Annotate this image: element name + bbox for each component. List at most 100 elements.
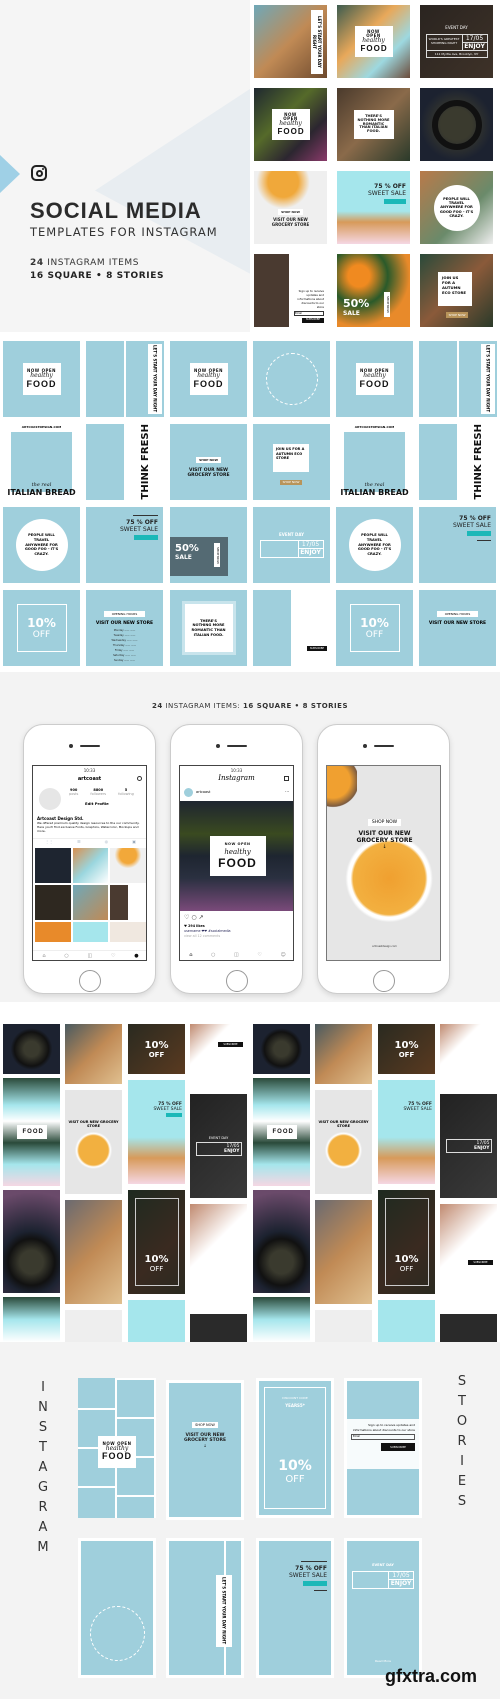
shop-now-button[interactable]: SHOP NOW [280,480,302,485]
collage-tile[interactable] [128,1300,185,1342]
edit-profile-button[interactable]: Edit Profile [85,801,109,806]
blue-tile-bread[interactable]: ARTCOASTDESIGN.COM the real ITALIAN BREA… [3,424,80,500]
home-button[interactable] [79,970,101,992]
story-panel-circle[interactable] [78,1538,156,1678]
search-icon[interactable]: ○ [211,952,215,958]
story-panel-event[interactable]: EVENT DAY 17/05 ENJOY Read More [344,1538,422,1678]
collage-tile[interactable] [315,1310,372,1342]
shop-now-button[interactable]: SHOP NOW [446,312,468,318]
post-thumb[interactable] [72,885,109,920]
blue-tile-start[interactable]: LET'S START YOUR DAY RIGHT [459,341,497,417]
template-tile[interactable]: NOW OPEN healthy FOOD [254,88,327,161]
blue-tile-ten[interactable]: 10% OFF [336,590,413,666]
collage-tile[interactable] [65,1310,122,1342]
collage-tile[interactable]: 75 % OFF SWEET SALE [378,1080,435,1184]
avatar[interactable] [39,788,61,810]
collage-tile[interactable]: 10% OFF [378,1190,435,1294]
story-panel-sale[interactable]: 75 % OFF SWEET SALE [256,1538,334,1678]
shop-now-vertical[interactable]: SHOP NOW [214,543,220,567]
collage-tile[interactable]: SUBSCRIBE [190,1024,247,1084]
collage-tile[interactable]: 17/05 ENJOY [440,1094,497,1198]
blue-tile-split[interactable] [86,424,124,500]
blue-tile-people[interactable]: PEOPLE WILL TRAVEL ANYWHERE FOR GOOD FOO… [336,507,413,583]
post-username[interactable]: artcoast [196,790,210,794]
share-icon[interactable]: ↗ [199,914,206,921]
inbox-icon[interactable] [284,776,289,781]
collage-tile[interactable] [3,1024,60,1074]
grid-tab-icon[interactable]: ⋮⋮ [45,839,53,846]
collage-tile[interactable]: 10% OFF [128,1024,185,1074]
blue-tile-start[interactable]: LET'S START YOUR DAY RIGHT [126,341,164,417]
camera-icon[interactable]: ◫ [234,952,239,958]
story-panel-subscribe[interactable]: Sign up to receive updates and informati… [344,1378,422,1518]
shop-now-button[interactable]: SHOP NOW [192,1422,218,1428]
post-thumb[interactable] [35,922,71,942]
heart-icon[interactable]: ♡ [257,952,261,958]
collage-tile[interactable] [65,1024,122,1084]
collage-tile[interactable] [3,1297,60,1342]
shop-now-button[interactable]: SHOP NOW [367,819,402,826]
collage-tile[interactable] [253,1024,310,1074]
post-thumb[interactable] [35,848,71,883]
email-input[interactable]: Email [294,311,324,316]
post-thumb[interactable] [110,885,146,920]
post-thumb[interactable] [110,922,146,942]
blue-tile-food[interactable]: NOW OPEN healthy FOOD [3,341,80,417]
template-tile[interactable]: PEOPLE WILL TRAVEL ANYWHERE FOR GOOD FOO… [420,171,493,244]
read-more-link[interactable]: Read More [347,1659,419,1663]
collage-tile[interactable] [190,1204,247,1308]
view-comments-link[interactable]: view all 12 comments [184,934,220,938]
template-tile[interactable]: SHOP NOW VISIT OUR NEW GROCERY STORE [254,171,327,244]
blue-tile-fifty[interactable]: 50% SALE SHOP NOW [170,507,247,583]
template-tile[interactable]: JOIN US FOR A AUTUMN ECO STORE SHOP NOW [420,254,493,327]
collage-tile[interactable] [315,1024,372,1084]
template-tile[interactable]: 75 % OFF SWEET SALE [337,171,410,244]
post-thumb[interactable] [110,848,146,883]
shop-now-button[interactable]: SHOP NOW [196,457,221,463]
sale-button[interactable] [303,1581,327,1586]
subscribe-button[interactable]: SUBSCRIBE [307,646,327,651]
tagged-tab-icon[interactable]: ◎ [105,839,109,846]
blue-tile-food[interactable]: NOW OPEN healthy FOOD [170,341,247,417]
subscribe-button[interactable]: SUBSCRIBE [468,1260,493,1265]
home-icon[interactable]: ⌂ [42,953,45,959]
blue-tile-romantic[interactable]: THERE'S NOTHING MORE ROMANTIC THAN ITALI… [170,590,247,666]
blue-tile-bread[interactable]: ARTCOASTDESIGN.COM the real ITALIAN BREA… [336,424,413,500]
collage-tile[interactable] [190,1314,247,1342]
settings-icon[interactable] [137,776,142,781]
home-button[interactable] [226,970,248,992]
subscribe-button[interactable]: SUBSCRIBE [381,1443,415,1451]
blue-tile-ten[interactable]: 10% OFF [3,590,80,666]
blue-tile-subscribe[interactable]: SUBSCRIBE [291,590,330,666]
collage-tile[interactable] [315,1200,372,1304]
post-thumb[interactable] [72,922,109,942]
template-tile[interactable]: LET'S START YOUR DAY RIGHT [254,5,327,78]
template-tile[interactable]: NOW OPEN healthy FOOD [337,5,410,78]
blue-tile-circle[interactable] [253,341,330,417]
more-icon[interactable]: ··· [285,789,289,794]
home-button[interactable] [373,970,395,992]
collage-tile[interactable]: FOOD [3,1078,60,1186]
story-panel-start[interactable]: LET'S START YOUR DAY RIGHT [166,1538,244,1678]
blue-tile-food[interactable]: NOW OPEN healthy FOOD [336,341,413,417]
template-tile[interactable]: Sign up to receive updates and informati… [254,254,327,327]
shop-now-vertical[interactable]: SHOP NOW [384,292,390,317]
blue-tile-fresh[interactable]: THINK FRESH [126,424,164,500]
sale-button[interactable] [384,199,406,204]
post-thumb[interactable] [72,848,109,883]
heart-icon[interactable]: ♡ [111,953,115,959]
blue-tile-sale[interactable]: 75 % OFF SWEET SALE [86,507,163,583]
blue-tile-sale[interactable]: 75 % OFF SWEET SALE [419,507,496,583]
blue-tile-store[interactable]: OPENING HOURS VISIT OUR NEW STORE [419,590,496,666]
collage-tile[interactable]: VISIT OUR NEW GROCERY STORE [315,1090,372,1194]
collage-tile[interactable]: 10% OFF [128,1190,185,1294]
collage-tile[interactable]: EVENT DAY 17/05 ENJOY [190,1094,247,1198]
story-panel-discount[interactable]: DISCOUNT CODE YEARS5* 10% OFF [256,1378,334,1518]
collage-tile[interactable] [65,1200,122,1304]
subscribe-button[interactable]: SUBSCRIBE [218,1042,243,1047]
post-image[interactable]: NOW OPEN healthy FOOD [180,801,293,911]
search-icon[interactable]: ○ [64,953,68,959]
blue-tile-split[interactable] [86,341,124,417]
sale-button[interactable] [467,531,491,536]
collage-tile[interactable] [440,1024,497,1084]
